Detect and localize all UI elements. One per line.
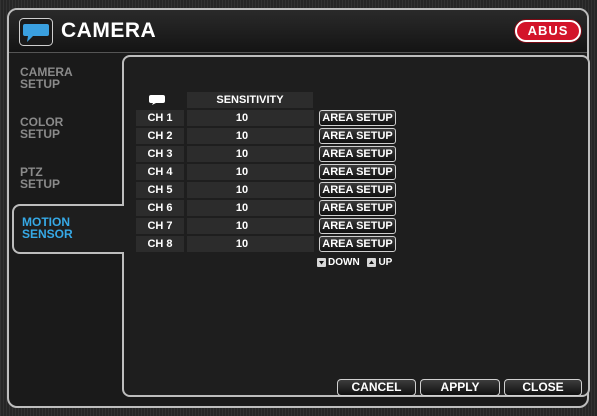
area-setup-button[interactable]: AREA SETUP (319, 218, 396, 234)
table-row: CH 7 10 AREA SETUP (136, 218, 416, 234)
sensitivity-value: 10 (235, 238, 249, 250)
channel-label: CH 8 (136, 236, 184, 252)
sensitivity-field[interactable]: 10 (187, 110, 359, 126)
channel-label: CH 1 (136, 110, 184, 126)
area-setup-button[interactable]: AREA SETUP (319, 164, 396, 180)
down-legend-label: DOWN (328, 257, 360, 268)
sensitivity-value: 10 (235, 166, 249, 178)
title-bar: CAMERA ABUS (9, 10, 587, 53)
table-row: CH 6 10 AREA SETUP (136, 200, 416, 216)
sensitivity-field[interactable]: 10 (187, 128, 359, 144)
channel-label: CH 4 (136, 164, 184, 180)
abus-logo: ABUS (515, 20, 581, 42)
channel-label: CH 3 (136, 146, 184, 162)
up-arrow-icon (367, 258, 377, 267)
speech-bubble-icon (149, 95, 165, 105)
sensitivity-field[interactable]: 10 (187, 236, 359, 252)
table-row: CH 3 10 AREA SETUP (136, 146, 416, 162)
channel-label: CH 6 (136, 200, 184, 216)
down-arrow-icon (317, 258, 326, 267)
table-row: CH 5 10 AREA SETUP (136, 182, 416, 198)
area-setup-button[interactable]: AREA SETUP (319, 146, 396, 162)
area-setup-button[interactable]: AREA SETUP (319, 128, 396, 144)
channel-label: CH 5 (136, 182, 184, 198)
channel-label: CH 2 (136, 128, 184, 144)
sensitivity-value: 10 (235, 112, 249, 124)
table-row: CH 2 10 AREA SETUP (136, 128, 416, 144)
sidebar-item-label: SENSOR (22, 227, 73, 241)
up-legend-label: UP (378, 257, 393, 268)
apply-button[interactable]: APPLY (420, 379, 500, 396)
area-setup-button[interactable]: AREA SETUP (319, 182, 396, 198)
table-row: CH 1 10 AREA SETUP (136, 110, 416, 126)
sensitivity-value: 10 (235, 184, 249, 196)
sensitivity-value: 10 (235, 148, 249, 160)
sensitivity-value: 10 (235, 130, 249, 142)
camera-speech-bubble-icon (19, 18, 53, 46)
sidebar-item-motion-sensor[interactable]: MOTION SENSOR (12, 204, 124, 254)
sidebar-item-camera-setup[interactable]: CAMERA SETUP (12, 56, 120, 106)
sidebar-item-color-setup[interactable]: COLOR SETUP (12, 106, 120, 156)
area-setup-button[interactable]: AREA SETUP (319, 110, 396, 126)
sidebar-item-ptz-setup[interactable]: PTZ SETUP (12, 156, 120, 206)
sensitivity-field[interactable]: 10 (187, 146, 359, 162)
sensitivity-field[interactable]: 10 (187, 200, 359, 216)
sensitivity-value: 10 (235, 220, 249, 232)
table-row: CH 4 10 AREA SETUP (136, 164, 416, 180)
legend: DOWN UP (317, 257, 397, 270)
sensitivity-field[interactable]: 10 (187, 182, 359, 198)
close-button[interactable]: CLOSE (504, 379, 582, 396)
table-row: CH 8 10 AREA SETUP (136, 236, 416, 252)
sidebar-item-label: SETUP (20, 127, 61, 141)
sensitivity-value: 10 (235, 202, 249, 214)
sidebar-item-label: SETUP (20, 177, 61, 191)
area-setup-button[interactable]: AREA SETUP (319, 236, 396, 252)
area-setup-button[interactable]: AREA SETUP (319, 200, 396, 216)
cancel-button[interactable]: CANCEL (337, 379, 416, 396)
sensitivity-field[interactable]: 10 (187, 218, 359, 234)
sidebar: CAMERA SETUP COLOR SETUP PTZ SETUP MOTIO… (12, 56, 124, 356)
window-title: CAMERA (61, 19, 157, 42)
channel-label: CH 7 (136, 218, 184, 234)
sensitivity-field[interactable]: 10 (187, 164, 359, 180)
sensitivity-header: SENSITIVITY (187, 92, 313, 108)
sidebar-item-label: SETUP (20, 77, 61, 91)
